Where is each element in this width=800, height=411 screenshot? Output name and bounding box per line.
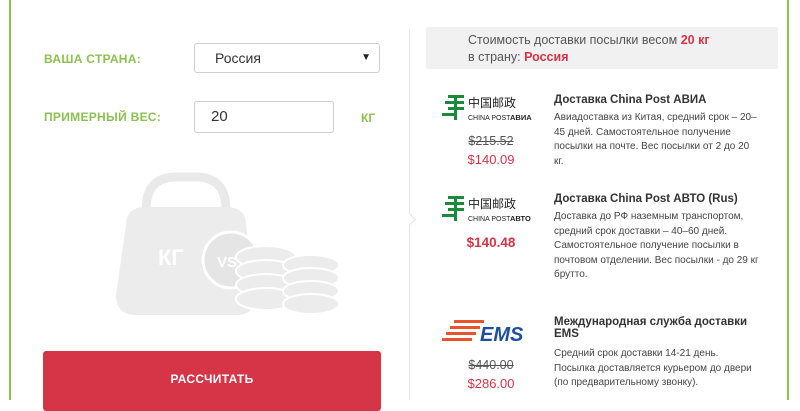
delivery-summary: Стоимость доставки посылки весом 20 кг в… (426, 27, 778, 69)
weight-unit: КГ (361, 111, 376, 125)
vs-illustration-text: VS (217, 254, 237, 271)
offer-description: Доставка до РФ наземным транспортом, сре… (554, 211, 759, 280)
offer-title: Доставка China Post АВТО (Rus) (554, 193, 738, 205)
logo-sub-text: CHINA POST (468, 115, 511, 122)
offer-title: Международная служба доставки EMS (554, 316, 748, 340)
kettlebell-vs-coins-illustration: КГ VS (116, 172, 340, 315)
calculate-button[interactable]: РАССЧИТАТЬ (43, 351, 381, 411)
logo-sub-text: CHINA POST (468, 216, 511, 223)
china-post-logo-icon: 中国邮政 CHINA POST АВТО (442, 196, 531, 223)
summary-weight-prefix: Стоимость доставки посылки весом (468, 33, 678, 47)
ems-logo-icon: EMS (442, 320, 524, 346)
price: $140.09 (467, 152, 515, 167)
logo-tag-text: АВИА (510, 113, 532, 122)
summary-country-value: Россия (524, 50, 569, 64)
price: $286.00 (467, 376, 515, 391)
logo-cn-text: 中国邮政 (468, 196, 516, 211)
country-label: ВАША СТРАНА: (44, 52, 142, 66)
summary-line-country: в страну: Россия (468, 50, 569, 64)
summary-weight-value: 20 кг (680, 33, 710, 47)
summary-line-weight: Стоимость доставки посылки весом 20 кг (468, 33, 710, 47)
weight-label: ПРИМЕРНЫЙ ВЕС: (44, 110, 162, 124)
divider-notch (403, 213, 416, 226)
dropdown-arrow-icon: ▼ (361, 52, 371, 63)
logo-cn-text: 中国邮政 (468, 95, 516, 110)
summary-country-prefix: в страну: (468, 50, 521, 64)
offer-description: Средний срок доставки 14-21 день. Посылк… (554, 348, 752, 388)
price: $140.48 (466, 235, 516, 250)
logo-tag-text: АВТО (510, 214, 531, 223)
old-price: $215.52 (468, 134, 514, 148)
old-price: $440.00 (468, 358, 514, 372)
country-select-value: Россия (215, 50, 261, 66)
kg-illustration-text: КГ (158, 245, 184, 270)
china-post-logo-icon: 中国邮政 CHINA POST АВИА (442, 95, 532, 122)
calculator-form: ВАША СТРАНА: Россия ▼ ПРИМЕРНЫЙ ВЕС: 20 … (31, 0, 391, 411)
offer-title: Доставка China Post АВИА (554, 94, 707, 106)
ems-logo-text: EMS (480, 324, 524, 346)
offer-description: Авиадоставка из Китая, средний срок – 20… (554, 112, 757, 167)
weight-input[interactable]: 20 (194, 101, 334, 133)
country-select[interactable]: Россия ▼ (194, 43, 380, 73)
